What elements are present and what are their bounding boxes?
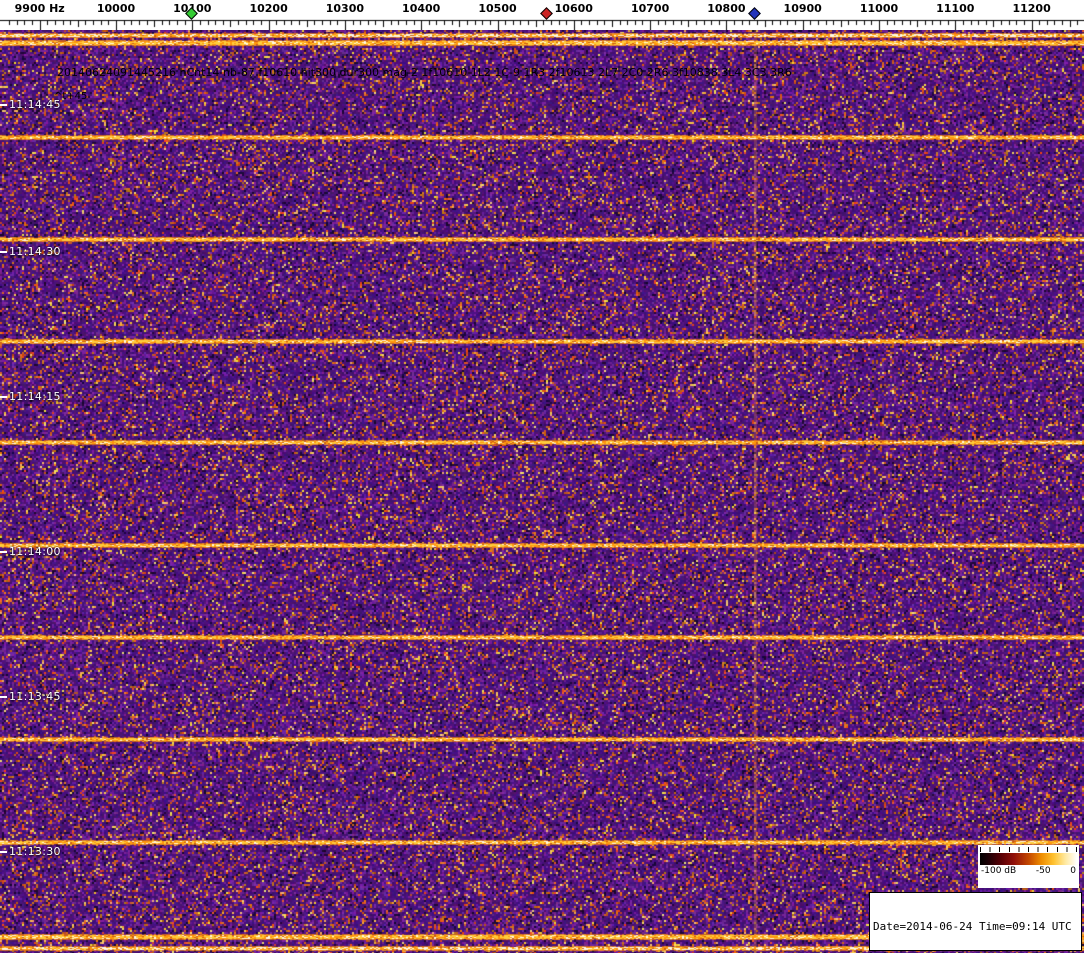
freq-tick-label: 10200 — [249, 2, 288, 15]
waterfall-spectrogram[interactable] — [0, 0, 1084, 953]
time-label: 11:14:45 — [0, 98, 61, 111]
freq-tick-label: 11100 — [936, 2, 975, 15]
time-text: 11:14:15 — [9, 390, 61, 403]
hit-annotation: 20140624091445216 hCnt14 nb-87 f10610 hi… — [57, 66, 792, 79]
spectrogram-window: 9900 Hz100001010010200103001040010500106… — [0, 0, 1084, 953]
colorbar-label-max: 0 — [1070, 866, 1076, 876]
freq-tick-label: 9900 Hz — [14, 2, 65, 15]
freq-tick-label: 10800 — [707, 2, 746, 15]
freq-tick-label: 10400 — [402, 2, 441, 15]
freq-tick-label: 10000 — [96, 2, 136, 15]
time-text: 11:14:30 — [9, 245, 61, 258]
time-tick — [0, 250, 7, 253]
observation-info-box: Date=2014-06-24 Time=09:14 UTC Freq=143 … — [869, 892, 1082, 951]
colorbar-gradient — [980, 853, 1077, 865]
colorbar-label-min: -100 dB — [981, 866, 1017, 876]
freq-tick-label: 10900 — [783, 2, 822, 15]
time-label: 11:14:30 — [0, 245, 61, 258]
freq-tick-label: 10700 — [630, 2, 670, 15]
time-label: 11:14:15 — [0, 390, 61, 403]
colorbar-panel: -100 dB -50 0 — [978, 845, 1079, 888]
time-label: 11:13:45 — [0, 690, 61, 703]
colorbar-ticks — [980, 847, 1077, 852]
freq-tick-label: 11000 — [859, 2, 899, 15]
frequency-ruler[interactable]: 9900 Hz100001010010200103001040010500106… — [0, 0, 1084, 30]
time-label: 11:13:30 — [0, 845, 61, 858]
time-text: 11:14:00 — [9, 545, 61, 558]
freq-tick-label: 10600 — [554, 2, 593, 15]
time-text: 11:13:30 — [9, 845, 61, 858]
time-tick — [0, 395, 7, 398]
freq-tick-label: 10300 — [325, 2, 365, 15]
info-date-line: Date=2014-06-24 Time=09:14 UTC — [873, 920, 1072, 933]
time-tick — [0, 695, 7, 698]
time-tick — [0, 103, 7, 106]
time-tick — [0, 550, 7, 553]
time-label: 11:14:00 — [0, 545, 61, 558]
colorbar-labels: -100 dB -50 0 — [980, 865, 1077, 876]
time-text: 11:13:45 — [9, 690, 61, 703]
time-tick — [0, 850, 7, 853]
freq-tick-label: 11200 — [1012, 2, 1051, 15]
colorbar-label-mid: -50 — [1035, 866, 1051, 876]
freq-tick-label: 10500 — [478, 2, 517, 15]
time-offset-note: ^t+45 — [54, 91, 88, 102]
